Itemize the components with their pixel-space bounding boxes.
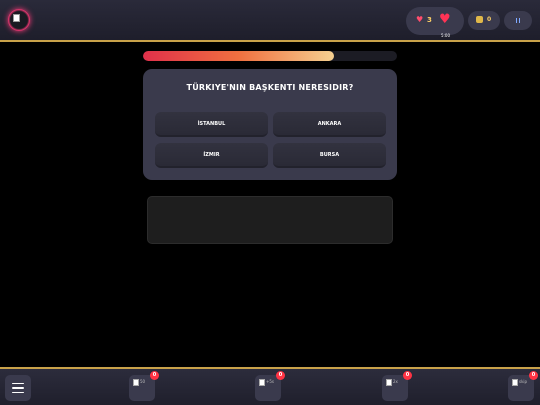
pause-button[interactable] — [504, 11, 532, 30]
powerup-button-4[interactable]: skip 0 — [508, 371, 538, 401]
powerup-label: 2x — [393, 379, 398, 384]
question-progress-bar — [143, 51, 397, 61]
powerup-badge: 0 — [529, 371, 538, 380]
coin-icon — [476, 16, 483, 23]
lives-count: 3 — [427, 16, 432, 24]
menu-icon — [12, 382, 24, 385]
question-card: TÜRKIYE'NIN BAŞKENTI NERESIDIR? İSTANBUL… — [143, 69, 397, 180]
powerup-button-2[interactable]: +5s 0 — [255, 371, 285, 401]
coins-indicator[interactable]: 0 — [468, 11, 500, 30]
coin-count: 0 — [487, 16, 492, 23]
powerup-image-icon — [133, 379, 139, 386]
pause-icon — [518, 18, 521, 23]
lives-indicator[interactable]: ♥ 3 ♥ 5:00 — [406, 7, 464, 38]
powerup-label: +5s — [266, 379, 274, 384]
powerup-image-icon — [386, 379, 392, 386]
powerup-label: 50 — [140, 379, 146, 384]
feedback-panel — [147, 196, 393, 244]
powerup-label: skip — [519, 379, 528, 384]
powerup-button-1[interactable]: 50 0 — [129, 371, 159, 401]
top-bar: ♥ 3 ♥ 5:00 0 — [0, 0, 540, 42]
powerup-badge: 0 — [150, 371, 159, 380]
question-text: TÜRKIYE'NIN BAŞKENTI NERESIDIR? — [186, 83, 354, 92]
heart-small-icon: ♥ — [416, 15, 424, 24]
powerup-image-icon — [259, 379, 265, 386]
answer-option-3[interactable]: İZMIR — [155, 143, 268, 168]
menu-icon — [12, 387, 24, 389]
lives-timer: 5:00 — [441, 33, 450, 38]
menu-button[interactable] — [5, 375, 31, 401]
answer-option-1[interactable]: İSTANBUL — [155, 112, 268, 137]
bottom-bar: 50 0 +5s 0 2x 0 skip 0 — [0, 367, 540, 405]
powerup-image-icon — [512, 379, 518, 386]
avatar-image-icon — [13, 14, 20, 22]
powerup-badge: 0 — [276, 371, 285, 380]
avatar[interactable] — [8, 9, 30, 31]
heart-icon: ♥ — [439, 12, 451, 27]
pause-icon — [515, 18, 518, 23]
powerup-button-3[interactable]: 2x 0 — [382, 371, 412, 401]
progress-fill — [143, 51, 334, 61]
answer-option-4[interactable]: BURSA — [273, 143, 386, 168]
answer-option-2[interactable]: ANKARA — [273, 112, 386, 137]
powerup-badge: 0 — [403, 371, 412, 380]
menu-icon — [12, 391, 24, 394]
